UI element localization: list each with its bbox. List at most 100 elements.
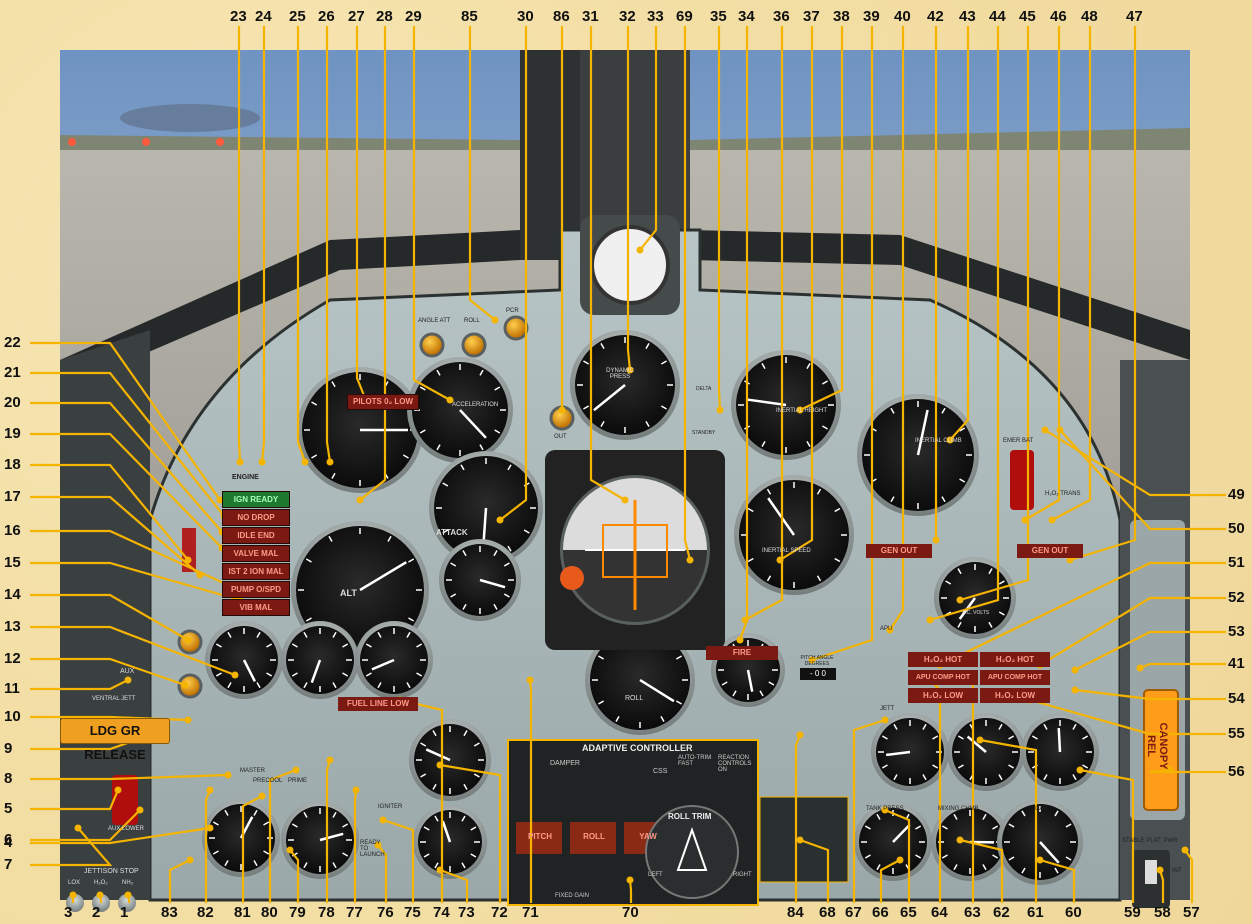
callout-dot	[326, 458, 334, 466]
callout-number-10: 10	[4, 708, 21, 725]
callout-number-34: 34	[738, 8, 755, 25]
reaction-controls-label: REACTION CONTROLS ON	[718, 755, 752, 773]
callout-dot	[932, 536, 940, 544]
inertial-height-label: INERTIAL HEIGHT	[776, 408, 828, 414]
callout-number-70: 70	[622, 904, 639, 921]
mixing-chmb-label: MIXING CHMB	[938, 806, 979, 812]
ldg-gr-release-handle[interactable]: LDG GR RELEASE	[60, 718, 170, 762]
aux-lower-label: AUX LOWER	[108, 826, 145, 832]
callout-dot	[1156, 866, 1164, 874]
callout-dot	[184, 636, 192, 644]
callout-dot	[526, 676, 534, 684]
fuel-line-low-light: FUEL LINE LOW	[338, 697, 418, 711]
callout-number-23: 23	[230, 8, 247, 25]
out-label: OUT	[554, 434, 567, 440]
fixed-gain-label: FIXED GAIN	[555, 893, 590, 899]
callout-dot	[74, 824, 82, 832]
callout-number-68: 68	[819, 904, 836, 921]
callout-dot	[796, 836, 804, 844]
callout-number-50: 50	[1228, 520, 1245, 537]
callout-dot	[496, 516, 504, 524]
callout-dot	[881, 716, 889, 724]
ready-to-launch-label: READY TO LAUNCH	[360, 840, 385, 858]
cockpit-illustration	[30, 26, 1226, 912]
callout-number-60: 60	[1065, 904, 1082, 921]
h2o2-hot-light-2: H₂O₂ HOT	[980, 652, 1050, 667]
callout-number-57: 57	[1183, 904, 1200, 921]
callout-dot	[626, 876, 634, 884]
callout-dot	[736, 636, 744, 644]
callout-dot	[796, 731, 804, 739]
adaptive-controller-title: ADAPTIVE CONTROLLER	[582, 743, 693, 753]
callout-dot	[956, 596, 964, 604]
angle-att-label: ANGLE ATT	[418, 318, 451, 324]
callout-number-74: 74	[433, 904, 450, 921]
callout-number-42: 42	[927, 8, 944, 25]
callout-dot	[326, 756, 334, 764]
callout-dot	[206, 824, 214, 832]
dynamic-press-label: DYNAMIC PRESS	[606, 368, 634, 380]
tank-press-label: TANK PRESS	[866, 806, 904, 812]
callout-number-77: 77	[346, 904, 363, 921]
callout-dot	[776, 556, 784, 564]
callout-number-28: 28	[376, 8, 393, 25]
callout-number-11: 11	[4, 680, 20, 697]
callout-number-82: 82	[197, 904, 214, 921]
callout-dot	[1071, 686, 1079, 694]
callout-dot	[231, 671, 239, 679]
callout-number-15: 15	[4, 554, 21, 571]
h2o2-low-light-1: H₂O₂ LOW	[908, 688, 978, 703]
callout-number-13: 13	[4, 618, 21, 635]
callout-number-55: 55	[1228, 725, 1245, 742]
canopy-rel-handle[interactable]: CANOPY REL	[1145, 716, 1169, 776]
callout-dot	[286, 846, 294, 854]
callout-number-53: 53	[1228, 623, 1245, 640]
callout-dot	[301, 458, 309, 466]
nh3-label: NH₃	[122, 880, 134, 886]
roll-damper-light: ROLL	[583, 832, 605, 841]
prime-label: PRIME	[288, 778, 308, 784]
callout-number-3: 3	[64, 904, 73, 921]
callout-dot	[236, 458, 244, 466]
callout-dot	[69, 891, 77, 899]
ventral-jett-label: VENTRAL JETT	[92, 696, 136, 702]
callout-number-48: 48	[1081, 8, 1098, 25]
callout-number-19: 19	[4, 425, 21, 442]
callout-number-49: 49	[1228, 486, 1245, 503]
acceleration-label: ACCELERATION	[452, 402, 499, 408]
callout-number-35: 35	[710, 8, 727, 25]
h2o2-label: H₂O₂	[94, 880, 108, 886]
callout-number-73: 73	[458, 904, 475, 921]
callout-dot	[926, 616, 934, 624]
callout-number-84: 84	[787, 904, 804, 921]
damper-label: DAMPER	[550, 760, 580, 767]
callout-dot	[181, 681, 189, 689]
inertial-speed-label: INERTIAL SPEED	[762, 548, 811, 554]
amber-indicator-knob[interactable]	[461, 332, 487, 358]
callout-dot	[1041, 426, 1049, 434]
callout-number-65: 65	[900, 904, 917, 921]
callout-number-30: 30	[517, 8, 534, 25]
callout-dot	[352, 786, 360, 794]
callout-dot	[636, 246, 644, 254]
h2o2-hot-light-1: H₂O₂ HOT	[908, 652, 978, 667]
callout-number-59: 59	[1124, 904, 1141, 921]
callout-dot	[258, 458, 266, 466]
int-label: INT	[1172, 868, 1182, 874]
amber-indicator-knob[interactable]	[503, 315, 529, 341]
callout-number-26: 26	[318, 8, 335, 25]
callout-dot	[436, 866, 444, 874]
callout-number-37: 37	[803, 8, 820, 25]
callout-number-22: 22	[4, 334, 21, 351]
engine-warning-light: IDLE END	[222, 527, 290, 544]
callout-number-81: 81	[234, 904, 251, 921]
callout-number-62: 62	[993, 904, 1010, 921]
callout-number-43: 43	[959, 8, 976, 25]
callout-dot	[1136, 664, 1144, 672]
pilots-o2-low-light: PILOTS 0₂ LOW	[347, 394, 419, 410]
ac-volts-label: A.C. VOLTS	[962, 610, 990, 616]
callout-number-85: 85	[461, 8, 478, 25]
callout-dot	[96, 891, 104, 899]
emer-bat-label: EMER BAT	[1003, 438, 1034, 444]
amber-indicator-knob[interactable]	[419, 332, 445, 358]
